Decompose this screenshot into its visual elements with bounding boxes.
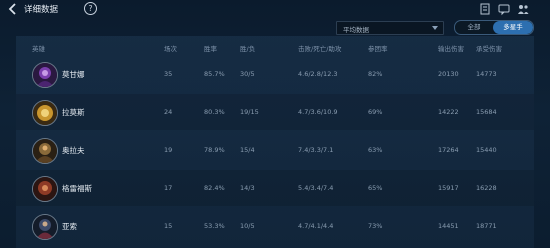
dropdown-selected-value: 平均数据 xyxy=(343,26,369,34)
column-header[interactable]: 承受伤害 xyxy=(476,43,502,53)
damage-dealt-cell: 14222 xyxy=(438,108,459,116)
damage-dealt-cell: 15917 xyxy=(438,184,459,192)
stats-table: 英雄 场次 胜率 胜/负 击败/死亡/助攻 参团率 输出伤害 承受伤害 莫甘娜 … xyxy=(16,36,534,248)
kda-cell: 4.6/2.8/12.3 xyxy=(298,70,338,78)
damage-taken-cell: 15440 xyxy=(476,146,497,154)
hero-avatar xyxy=(32,138,58,164)
column-header[interactable]: 胜率 xyxy=(204,43,217,53)
damage-taken-cell: 16228 xyxy=(476,184,497,192)
participation-cell: 82% xyxy=(368,70,383,78)
damage-dealt-cell: 17264 xyxy=(438,146,459,154)
hero-name: 奥拉夫 xyxy=(62,146,85,155)
toggle-multi[interactable]: 多星手 xyxy=(493,21,533,34)
column-header[interactable]: 胜/负 xyxy=(240,43,255,53)
data-type-dropdown[interactable]: 平均数据 xyxy=(336,21,444,35)
winloss-cell: 10/5 xyxy=(240,222,255,230)
column-header[interactable]: 击败/死亡/助攻 xyxy=(298,43,341,53)
winloss-cell: 30/5 xyxy=(240,70,255,78)
page-title: 详细数据 xyxy=(24,5,59,15)
winloss-cell: 15/4 xyxy=(240,146,255,154)
chevron-down-icon xyxy=(432,26,438,30)
hero-name: 格雷福斯 xyxy=(62,184,92,193)
winrate-cell: 85.7% xyxy=(204,70,225,78)
top-bar: 详细数据 ? xyxy=(0,0,550,20)
document-icon[interactable] xyxy=(478,2,492,16)
table-row[interactable]: 亚索 15 53.3% 10/5 4.7/4.1/4.4 73% 14451 1… xyxy=(16,208,534,244)
winloss-cell: 19/15 xyxy=(240,108,259,116)
participation-cell: 69% xyxy=(368,108,383,116)
hero-name: 莫甘娜 xyxy=(62,70,85,79)
winrate-cell: 82.4% xyxy=(204,184,225,192)
help-icon[interactable]: ? xyxy=(84,2,97,15)
damage-dealt-cell: 20130 xyxy=(438,70,459,78)
hero-avatar xyxy=(32,176,58,202)
kda-cell: 5.4/3.4/7.4 xyxy=(298,184,334,192)
table-row[interactable]: 莫甘娜 35 85.7% 30/5 4.6/2.8/12.3 82% 20130… xyxy=(16,56,534,92)
mode-toggle[interactable]: 全部 多星手 xyxy=(454,20,534,35)
damage-taken-cell: 14773 xyxy=(476,70,497,78)
winrate-cell: 80.3% xyxy=(204,108,225,116)
winloss-cell: 14/3 xyxy=(240,184,255,192)
column-header[interactable]: 参团率 xyxy=(368,43,388,53)
participation-cell: 65% xyxy=(368,184,383,192)
damage-taken-cell: 15684 xyxy=(476,108,497,116)
games-cell: 17 xyxy=(164,184,173,192)
column-header[interactable]: 英雄 xyxy=(32,43,45,53)
kda-cell: 4.7/4.1/4.4 xyxy=(298,222,334,230)
table-row[interactable]: 拉莫斯 24 80.3% 19/15 4.7/3.6/10.9 69% 1422… xyxy=(16,94,534,130)
toggle-all[interactable]: 全部 xyxy=(455,21,493,34)
table-row[interactable]: 奥拉夫 19 78.9% 15/4 7.4/3.3/7.1 63% 17264 … xyxy=(16,132,534,168)
column-header[interactable]: 场次 xyxy=(164,43,177,53)
games-cell: 15 xyxy=(164,222,173,230)
back-arrow-icon[interactable] xyxy=(6,2,20,16)
participation-cell: 63% xyxy=(368,146,383,154)
kda-cell: 4.7/3.6/10.9 xyxy=(298,108,338,116)
friends-icon[interactable] xyxy=(516,2,530,16)
participation-cell: 73% xyxy=(368,222,383,230)
games-cell: 35 xyxy=(164,70,173,78)
hero-avatar xyxy=(32,100,58,126)
hero-name: 亚索 xyxy=(62,222,77,231)
winrate-cell: 78.9% xyxy=(204,146,225,154)
kda-cell: 7.4/3.3/7.1 xyxy=(298,146,334,154)
column-header[interactable]: 输出伤害 xyxy=(438,43,464,53)
chat-icon[interactable] xyxy=(497,2,511,16)
hero-name: 拉莫斯 xyxy=(62,108,85,117)
hero-avatar xyxy=(32,62,58,88)
table-row[interactable]: 格雷福斯 17 82.4% 14/3 5.4/3.4/7.4 65% 15917… xyxy=(16,170,534,206)
damage-taken-cell: 18771 xyxy=(476,222,497,230)
games-cell: 24 xyxy=(164,108,173,116)
damage-dealt-cell: 14451 xyxy=(438,222,459,230)
games-cell: 19 xyxy=(164,146,173,154)
winrate-cell: 53.3% xyxy=(204,222,225,230)
table-header: 英雄 场次 胜率 胜/负 击败/死亡/助攻 参团率 输出伤害 承受伤害 xyxy=(16,36,534,56)
hero-avatar xyxy=(32,214,58,240)
